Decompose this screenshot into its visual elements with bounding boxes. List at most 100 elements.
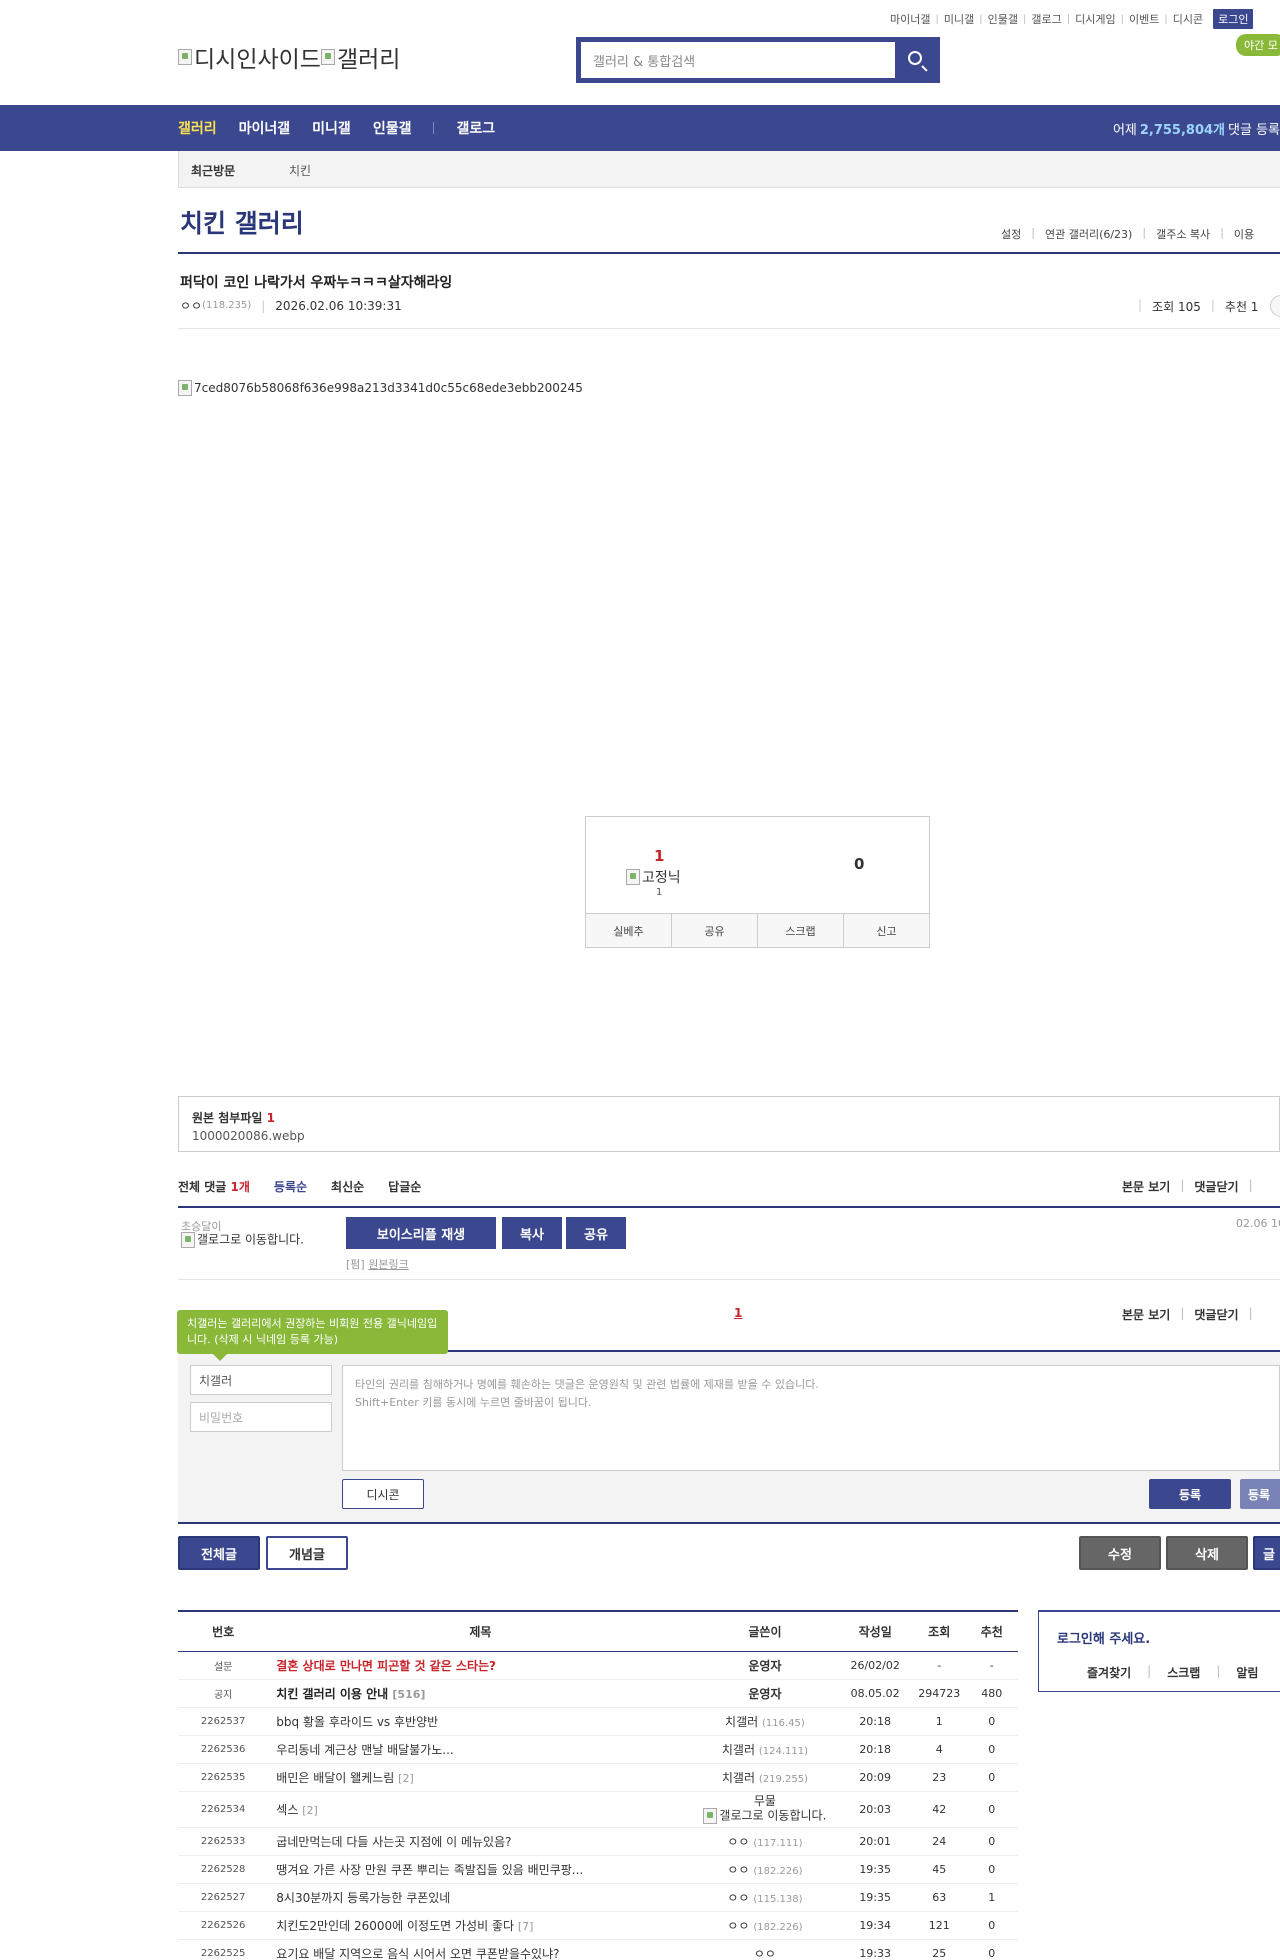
table-row[interactable]: 2262537 bbq 황올 후라이드 vs 후반양반 치갤러 (116.45) 2… [178, 1707, 1018, 1736]
row-subject-cell[interactable]: 우리동네 계근상 맨날 배달불가노... [268, 1735, 693, 1764]
concept-posts-button[interactable]: 개념글 [266, 1536, 348, 1570]
comment-gallog-link[interactable]: 갤로그로 이동합니다. [181, 1232, 311, 1248]
login-prompt[interactable]: 로그인해 주세요. [1057, 1628, 1150, 1647]
search-button[interactable] [898, 43, 936, 77]
share-button[interactable]: 공유 [672, 914, 758, 947]
copy-address-link[interactable]: 갤주소 복사 [1156, 226, 1210, 242]
row-subject[interactable]: 우리동네 계근상 맨날 배달불가노... [276, 1743, 453, 1757]
copy-button[interactable]: 복사 [502, 1217, 562, 1249]
password-input[interactable]: 비밀번호 [190, 1402, 332, 1432]
sort-latest[interactable]: 최신순 [331, 1178, 364, 1195]
row-reply-count[interactable]: [2] [398, 1772, 414, 1785]
row-writer[interactable]: 운영자 [748, 1687, 781, 1701]
row-writer[interactable]: 치갤러 [725, 1715, 758, 1729]
post-author[interactable]: ㅇㅇ [180, 297, 202, 314]
nav-item-person[interactable]: 인물갤 [373, 118, 412, 138]
search-input[interactable]: 갤러리 & 통합검색 [581, 42, 895, 78]
table-row[interactable]: 2262535 배민은 배달이 왤케느림 [2] 치갤러 (219.255) 20:0… [178, 1763, 1018, 1792]
all-posts-button[interactable]: 전체글 [178, 1536, 260, 1570]
view-body-link-bottom[interactable]: 본문 보기 [1122, 1306, 1170, 1323]
row-writer[interactable]: ㅇㅇ [727, 1919, 749, 1933]
notification-link[interactable]: 알림 [1236, 1664, 1258, 1681]
top-link-person[interactable]: 인물갤 [988, 11, 1018, 27]
close-comments-link-bottom[interactable]: 댓글닫기 [1194, 1306, 1238, 1323]
row-writer[interactable]: 운영자 [748, 1659, 781, 1673]
table-row[interactable]: 2262525 요기요 배달 지역으로 음식 시어서 오면 쿠폰받을수있냐? ㅇㅇ… [178, 1939, 1018, 1960]
usage-link[interactable]: 이용 [1234, 226, 1254, 242]
best-recommend-button[interactable]: 실베추 [586, 914, 672, 947]
recent-visit-item[interactable]: 치킨 [289, 162, 311, 179]
report-button[interactable]: 신고 [844, 914, 929, 947]
row-subject[interactable]: bbq 황올 후라이드 vs 후반양반 [276, 1715, 438, 1729]
row-subject-cell[interactable]: 치킨도2만인데 26000에 이정도면 가성비 좋다 [7] [268, 1911, 693, 1940]
table-row[interactable]: 2262533 굽네만먹는데 다들 사는곳 지점에 이 메뉴있음? ㅇㅇ (117… [178, 1827, 1018, 1856]
sort-registered[interactable]: 등록순 [274, 1178, 307, 1195]
row-subject-cell[interactable]: 8시30분까지 등록가능한 쿠폰있네 [268, 1883, 693, 1912]
row-subject-cell[interactable]: 치킨 갤러리 이용 안내 [516] [268, 1679, 693, 1708]
row-subject-cell[interactable]: 요기요 배달 지역으로 음식 시어서 오면 쿠폰받을수있냐? [268, 1939, 693, 1960]
attachment-file[interactable]: 1000020086.webp [192, 1129, 305, 1143]
row-subject[interactable]: 땡겨요 가른 사장 만원 쿠폰 뿌리는 족발집들 있음 배민쿠팡... [276, 1863, 583, 1877]
row-writer[interactable]: 치갤러 [722, 1771, 755, 1785]
row-writer[interactable]: ㅇㅇ [754, 1947, 776, 1960]
fixnick-recommend[interactable]: 고정닉 [626, 867, 681, 887]
comment-share-button[interactable]: 공유 [566, 1217, 626, 1249]
row-reply-count[interactable]: [7] [518, 1920, 534, 1933]
row-subject[interactable]: 굽네만먹는데 다들 사는곳 지점에 이 메뉴있음? [276, 1835, 511, 1849]
comment-textarea[interactable]: 타인의 권리를 침해하거나 명예를 훼손하는 댓글은 운영원칙 및 관련 법률에… [342, 1365, 1280, 1471]
row-writer[interactable]: 치갤러 [722, 1743, 755, 1757]
comment-submit-button[interactable]: 등록 [1149, 1479, 1231, 1509]
favorites-link[interactable]: 즐겨찾기 [1087, 1664, 1131, 1681]
row-reply-count[interactable]: [2] [302, 1804, 318, 1817]
scrap-button[interactable]: 스크랩 [758, 914, 844, 947]
table-row[interactable]: 설문 결혼 상대로 만나면 피곤할 것 같은 스타는? 운영자 26/02/02-… [178, 1651, 1018, 1680]
voice-reply-button[interactable]: 보이스리플 재생 [346, 1217, 496, 1249]
row-reply-count[interactable]: [516] [392, 1688, 425, 1701]
comment-page-1[interactable]: 1 [734, 1306, 742, 1320]
top-link-mini[interactable]: 미니갤 [944, 11, 974, 27]
row-subject[interactable]: 섹스 [276, 1803, 298, 1817]
top-link-event[interactable]: 이벤트 [1129, 11, 1159, 27]
nav-item-mini[interactable]: 미니갤 [312, 118, 351, 138]
row-subject-cell[interactable]: 배민은 배달이 왤케느림 [2] [268, 1763, 693, 1792]
row-subject-cell[interactable]: 땡겨요 가른 사장 만원 쿠폰 뿌리는 족발집들 있음 배민쿠팡... [268, 1855, 693, 1884]
row-subject-cell[interactable]: 섹스 [2] [268, 1791, 693, 1828]
row-writer[interactable]: ㅇㅇ [727, 1891, 749, 1905]
logo[interactable]: 디시인사이드 갤러리 [178, 40, 400, 74]
top-link-dccon[interactable]: 디시콘 [1173, 11, 1203, 27]
row-subject-cell[interactable]: 굽네만먹는데 다들 사는곳 지점에 이 메뉴있음? [268, 1827, 693, 1856]
nickname-input[interactable]: 치갤러 [190, 1365, 332, 1395]
row-writer[interactable]: 무물 [754, 1795, 776, 1808]
gallery-title[interactable]: 치킨 갤러리 [180, 204, 304, 240]
row-subject-cell[interactable]: bbq 황올 후라이드 vs 후반양반 [268, 1707, 693, 1736]
nav-item-gallery[interactable]: 갤러리 [178, 118, 217, 138]
nav-item-gallog[interactable]: 갤로그 [456, 118, 495, 138]
nav-item-minor[interactable]: 마이너갤 [239, 118, 291, 138]
more-options-button[interactable] [1270, 295, 1280, 317]
table-row[interactable]: 2262536 우리동네 계근상 맨날 배달불가노... 치갤러 (124.111… [178, 1735, 1018, 1764]
row-subject[interactable]: 8시30분까지 등록가능한 쿠폰있네 [276, 1891, 450, 1905]
related-gallery-link[interactable]: 연관 갤러리(6/23) [1045, 226, 1132, 242]
row-subject[interactable]: 요기요 배달 지역으로 음식 시어서 오면 쿠폰받을수있냐? [276, 1947, 559, 1960]
row-writer[interactable]: ㅇㅇ [727, 1863, 749, 1877]
row-subject[interactable]: 치킨도2만인데 26000에 이정도면 가성비 좋다 [276, 1919, 514, 1933]
write-button[interactable]: 글 [1253, 1536, 1280, 1570]
night-mode-button[interactable]: 야간 모 [1236, 34, 1280, 56]
login-button[interactable]: 로그인 [1213, 9, 1254, 29]
row-subject[interactable]: 치킨 갤러리 이용 안내 [276, 1687, 388, 1701]
original-link[interactable]: [펌] 원본링크 [346, 1256, 409, 1272]
close-comments-link[interactable]: 댓글닫기 [1194, 1178, 1238, 1195]
comment-submit-button-2[interactable]: 등록 [1240, 1479, 1280, 1509]
view-body-link[interactable]: 본문 보기 [1122, 1178, 1170, 1195]
row-subject[interactable]: 배민은 배달이 왤케느림 [276, 1771, 394, 1785]
scrap-link[interactable]: 스크랩 [1167, 1664, 1200, 1681]
settings-link[interactable]: 설정 [1001, 226, 1021, 242]
top-link-minor[interactable]: 마이너갤 [890, 11, 930, 27]
row-writer[interactable]: ㅇㅇ [727, 1835, 749, 1849]
edit-button[interactable]: 수정 [1079, 1536, 1161, 1570]
delete-button[interactable]: 삭제 [1166, 1536, 1248, 1570]
table-row[interactable]: 공지 치킨 갤러리 이용 안내 [516] 운영자 08.05.02 294723 48… [178, 1679, 1018, 1708]
row-subject[interactable]: 결혼 상대로 만나면 피곤할 것 같은 스타는? [276, 1659, 496, 1673]
top-link-gallog[interactable]: 갤로그 [1031, 11, 1061, 27]
table-row[interactable]: 2262528 땡겨요 가른 사장 만원 쿠폰 뿌리는 족발집들 있음 배민쿠팡.… [178, 1855, 1018, 1884]
